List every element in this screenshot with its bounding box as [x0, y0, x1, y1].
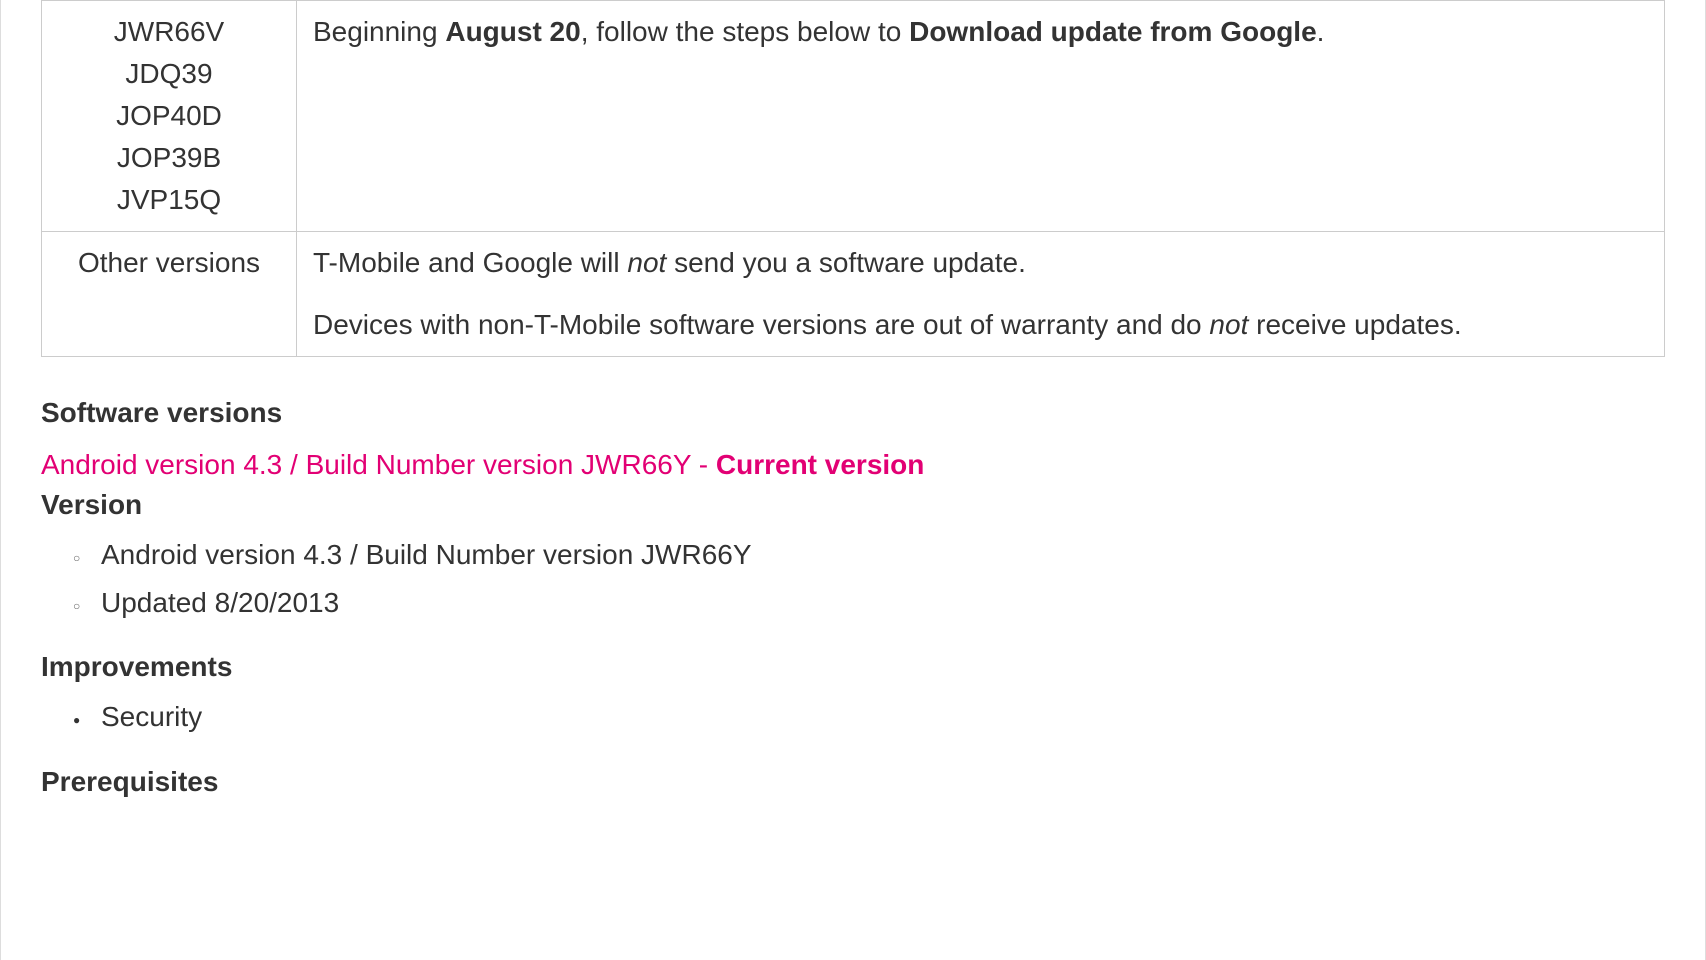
action-bold: Download update from Google [909, 16, 1317, 47]
text: receive updates. [1248, 309, 1461, 340]
date-bold: August 20 [445, 16, 580, 47]
build-code: JWR66V [58, 11, 280, 53]
versions-table: JWR66V JDQ39 JOP40D JOP39B JVP15Q Beginn… [41, 0, 1665, 357]
list-item: Security [101, 693, 1665, 741]
italic-text: not [627, 247, 666, 278]
other-versions-cell: Other versions [42, 232, 297, 357]
label: Other versions [78, 247, 260, 278]
version-list: Android version 4.3 / Build Number versi… [41, 531, 1665, 626]
instruction-cell: Beginning August 20, follow the steps be… [297, 1, 1665, 232]
improvements-list: Security [41, 693, 1665, 741]
link-bold: Current version [716, 449, 925, 480]
text: , follow the steps below to [581, 16, 909, 47]
italic-text: not [1209, 309, 1248, 340]
table-row: JWR66V JDQ39 JOP40D JOP39B JVP15Q Beginn… [42, 1, 1665, 232]
build-code: JVP15Q [58, 179, 280, 221]
table-row: Other versions T-Mobile and Google will … [42, 232, 1665, 357]
improvements-heading: Improvements [41, 651, 1665, 683]
build-codes-cell: JWR66V JDQ39 JOP40D JOP39B JVP15Q [42, 1, 297, 232]
list-item: Android version 4.3 / Build Number versi… [101, 531, 1665, 579]
link-text: Android version 4.3 / Build Number versi… [41, 449, 716, 480]
build-code: JOP40D [58, 95, 280, 137]
text: T-Mobile and Google will [313, 247, 627, 278]
list-item: Updated 8/20/2013 [101, 579, 1665, 627]
software-versions-heading: Software versions [41, 397, 1665, 429]
text: send you a software update. [666, 247, 1026, 278]
prerequisites-heading: Prerequisites [41, 766, 1665, 798]
version-heading: Version [41, 489, 1665, 521]
text: Devices with non-T-Mobile software versi… [313, 309, 1209, 340]
text: Beginning [313, 16, 445, 47]
current-version-link[interactable]: Android version 4.3 / Build Number versi… [41, 449, 1665, 481]
build-code: JOP39B [58, 137, 280, 179]
text: . [1317, 16, 1325, 47]
other-versions-instruction: T-Mobile and Google will not send you a … [297, 232, 1665, 357]
build-code: JDQ39 [58, 53, 280, 95]
